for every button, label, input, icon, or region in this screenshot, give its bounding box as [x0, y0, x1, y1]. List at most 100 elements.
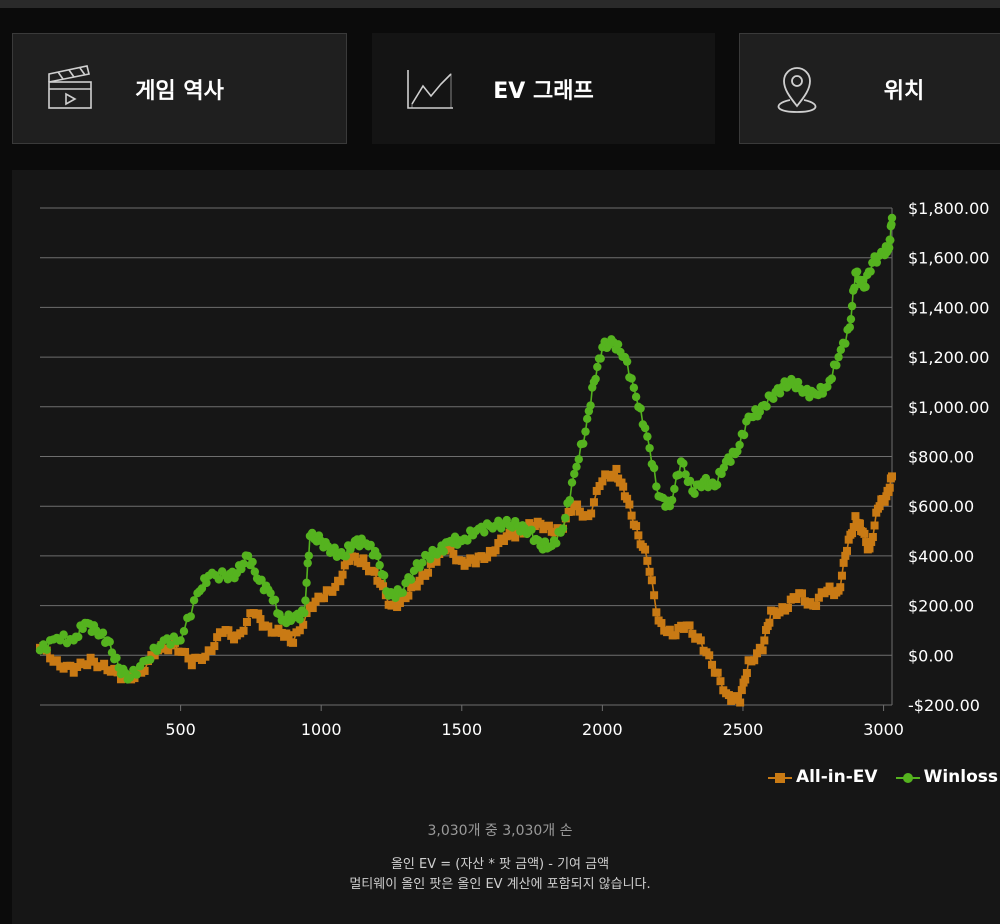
winloss-point	[762, 402, 771, 411]
winloss-point	[379, 571, 389, 580]
winloss-point	[627, 374, 636, 383]
allin-ev-point	[573, 500, 582, 509]
multiway-note: 멀티웨이 올인 팟은 올인 EV 계산에 포함되지 않습니다.	[349, 877, 651, 892]
winloss-point	[146, 655, 155, 664]
ev-formula: 올인 EV = (자산 * 팟 금액) - 기여 금액	[390, 857, 610, 872]
winloss-point	[690, 489, 699, 498]
legend-item-winloss[interactable]: Winloss	[895, 767, 998, 787]
y-tick-label: $1,000.00	[908, 398, 989, 417]
y-tick-label: $1,600.00	[908, 249, 989, 268]
allin-ev-point	[708, 660, 717, 669]
allin-ev-point	[634, 531, 643, 540]
allin-ev-point	[798, 589, 807, 598]
y-tick-label: $600.00	[908, 497, 974, 516]
allin-ev-point	[645, 567, 654, 576]
winloss-point	[586, 401, 595, 410]
winloss-point	[574, 455, 583, 464]
winloss-point	[593, 362, 602, 372]
allin-ev-point	[359, 554, 368, 563]
allin-ev-point	[837, 571, 846, 580]
winloss-point	[300, 608, 309, 618]
winloss-point	[622, 357, 632, 366]
winloss-point	[735, 440, 744, 450]
winloss-point	[884, 243, 894, 252]
winloss-point	[373, 551, 382, 561]
winloss-point	[643, 432, 652, 441]
allin-ev-point	[839, 558, 848, 567]
allin-ev-point	[625, 500, 634, 509]
x-tick-label: 500	[165, 720, 196, 739]
allin-ev-point	[647, 576, 656, 585]
winloss-point	[827, 374, 837, 383]
winloss-point	[887, 213, 897, 223]
winloss-point	[631, 392, 641, 402]
winloss-point	[645, 443, 654, 453]
legend-item-allin[interactable]: All-in-EV	[767, 767, 878, 787]
allin-ev-point	[643, 556, 652, 565]
winloss-point	[561, 513, 570, 523]
winloss-point	[270, 595, 280, 604]
y-tick-label: $400.00	[908, 547, 974, 566]
allin-ev-point	[836, 583, 845, 592]
legend-swatch-allin	[767, 770, 792, 784]
allin-ev-point	[716, 677, 725, 686]
winloss-point	[570, 469, 579, 479]
winloss-point	[186, 612, 195, 621]
winloss-point	[176, 636, 185, 645]
series-line-winloss	[39, 217, 893, 681]
allin-ev-point	[641, 545, 650, 554]
winloss-point	[613, 340, 623, 349]
allin-ev-point	[289, 638, 298, 647]
allin-ev-point	[284, 631, 293, 640]
winloss-point	[847, 301, 857, 311]
hand-count: 3,030개 중 3,030개 손	[427, 823, 573, 839]
allin-ev-point	[736, 698, 745, 707]
y-tick-label: $800.00	[908, 448, 974, 467]
allin-ev-point	[187, 661, 196, 670]
legend-label-allin: All-in-EV	[795, 767, 878, 787]
winloss-point	[418, 558, 427, 567]
allin-ev-point	[888, 472, 896, 481]
allin-ev-point	[627, 511, 636, 520]
y-tick-label: $1,800.00	[908, 199, 989, 218]
allin-ev-point	[471, 559, 480, 568]
winloss-point	[712, 480, 722, 489]
winloss-point	[304, 551, 314, 560]
winloss-point	[375, 561, 384, 570]
allin-ev-point	[860, 529, 869, 538]
winloss-point	[567, 478, 577, 487]
allin-ev-point	[370, 567, 379, 576]
winloss-point	[591, 374, 600, 384]
y-tick-label: $1,400.00	[908, 298, 989, 317]
winloss-point	[629, 383, 639, 392]
winloss-point	[527, 525, 536, 534]
allin-ev-point	[713, 668, 722, 677]
winloss-point	[302, 578, 311, 588]
winloss-point	[301, 596, 310, 605]
winloss-point	[834, 352, 843, 362]
y-tick-label: $0.00	[908, 646, 954, 665]
allin-ev-point	[619, 482, 628, 491]
winloss-point	[640, 423, 650, 433]
allin-ev-point	[737, 686, 746, 695]
winloss-point	[398, 588, 407, 597]
winloss-point	[552, 539, 561, 548]
allin-ev-point	[868, 533, 877, 542]
allin-ev-point	[239, 626, 248, 635]
winloss-point	[845, 323, 855, 332]
allin-ev-point	[587, 509, 596, 518]
winloss-point	[579, 439, 588, 448]
allin-ev-point	[650, 591, 659, 600]
allin-ev-point	[750, 656, 759, 665]
ev-footnote: 올인 EV = (자산 * 팟 금액) - 기여 금액 멀티웨이 올인 팟은 올…	[0, 855, 1000, 895]
allin-ev-point	[671, 631, 680, 640]
allin-ev-point	[338, 570, 347, 579]
winloss-point	[667, 495, 677, 505]
allin-ev-point	[657, 619, 666, 628]
winloss-point	[248, 557, 257, 567]
allin-ev-point	[812, 601, 821, 610]
allin-ev-point	[783, 604, 792, 613]
allin-ev-point	[589, 498, 598, 507]
x-tick-label: 2000	[582, 720, 623, 739]
allin-ev-point	[685, 621, 694, 630]
